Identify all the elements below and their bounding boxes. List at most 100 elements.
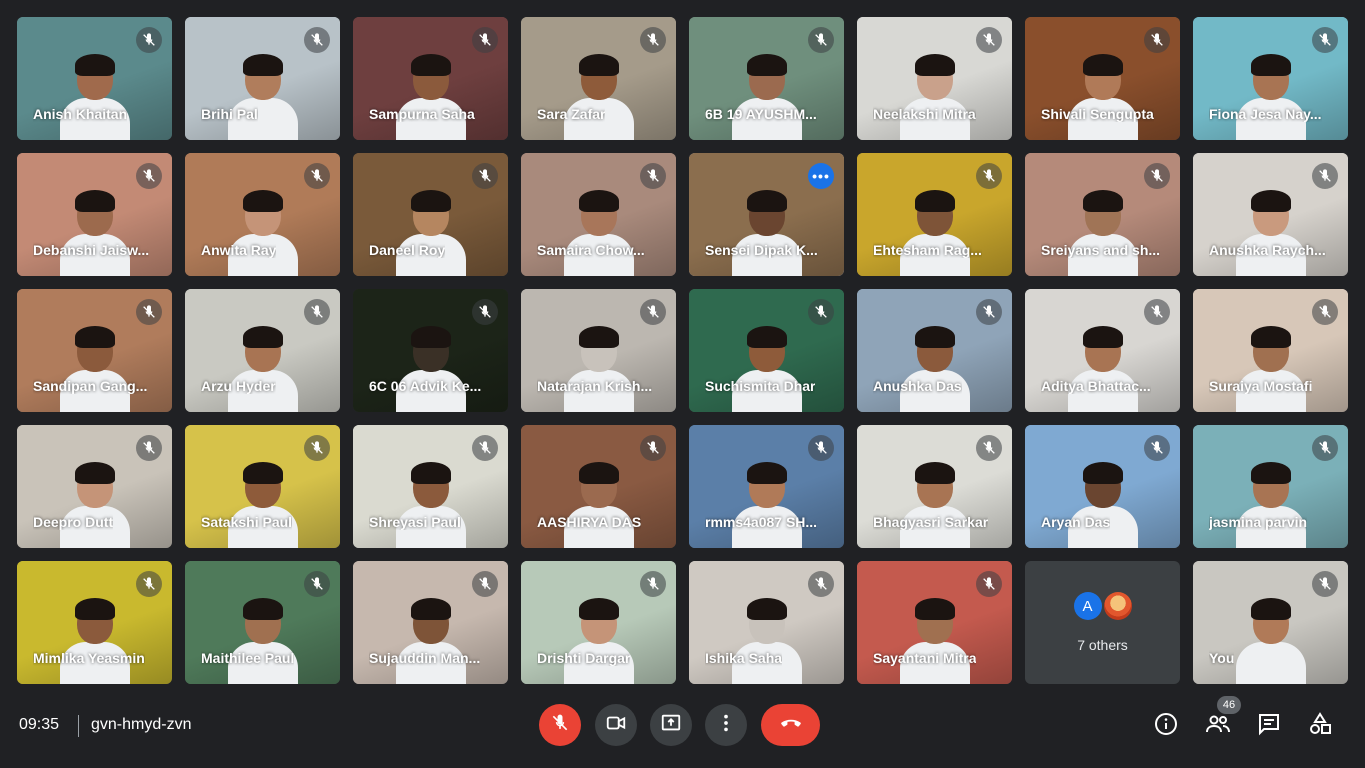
participant-tile[interactable]: Shivali Sengupta — [1025, 17, 1180, 140]
participant-figure — [899, 322, 970, 412]
participant-figure — [1235, 186, 1306, 276]
participant-tile[interactable]: Neelakshi Mitra — [857, 17, 1012, 140]
participant-name: Debanshi Jaisw... — [33, 242, 150, 258]
participant-figure — [395, 594, 466, 684]
participant-name: Maithilee Paul — [201, 650, 295, 666]
participant-tile[interactable]: Aryan Das — [1025, 425, 1180, 548]
chat-button[interactable] — [1255, 712, 1283, 740]
participant-figure — [1235, 458, 1306, 548]
participant-tile[interactable]: Sandipan Gang... — [17, 289, 172, 412]
participant-name: Arzu Hyder — [201, 378, 276, 394]
others-count-label: 7 others — [1077, 637, 1128, 653]
participant-name: Drishti Dargar — [537, 650, 631, 666]
participant-figure — [563, 594, 634, 684]
mic-off-icon — [1144, 27, 1170, 53]
show-everyone-button[interactable] — [1204, 712, 1232, 740]
participant-tile[interactable]: Anwita Ray — [185, 153, 340, 276]
participant-tile[interactable]: jasmina parvin — [1193, 425, 1348, 548]
participant-tile[interactable]: Shreyasi Paul — [353, 425, 508, 548]
meeting-details-button[interactable] — [1152, 712, 1180, 740]
participant-tile[interactable]: Ehtesham Rag... — [857, 153, 1012, 276]
participant-tile[interactable]: Arzu Hyder — [185, 289, 340, 412]
others-tile[interactable]: A 7 others — [1025, 561, 1180, 684]
participant-name: Sandipan Gang... — [33, 378, 148, 394]
participant-tile[interactable]: Satakshi Paul — [185, 425, 340, 548]
videocam-icon — [605, 712, 627, 739]
participant-figure — [227, 50, 298, 140]
participant-name: Sampurna Saha — [369, 106, 475, 122]
mic-off-icon — [640, 435, 666, 461]
participant-tile[interactable]: Anushka Das — [857, 289, 1012, 412]
participant-tile[interactable]: rmms4a087 SH... — [689, 425, 844, 548]
participant-tile[interactable]: Mimlika Yeasmin — [17, 561, 172, 684]
avatar — [1103, 592, 1132, 620]
participant-name: 6C 06 Advik Ke... — [369, 378, 482, 394]
mic-off-icon — [640, 571, 666, 597]
participant-tile[interactable]: Suchismita Dhar — [689, 289, 844, 412]
mic-off-icon — [136, 571, 162, 597]
participant-tile[interactable]: Ishika Saha — [689, 561, 844, 684]
participant-options-icon[interactable]: ••• — [808, 163, 834, 189]
participant-tile[interactable]: Daneel Roy — [353, 153, 508, 276]
mic-off-icon — [1312, 571, 1338, 597]
participant-name: Suchismita Dhar — [705, 378, 816, 394]
mic-off-icon — [136, 163, 162, 189]
participant-tile[interactable]: Fiona Jesa Nay... — [1193, 17, 1348, 140]
participant-tile[interactable]: Sreiyans and sh... — [1025, 153, 1180, 276]
participant-figure — [1067, 186, 1138, 276]
leave-call-button[interactable] — [761, 704, 820, 746]
participant-name: Anushka Das — [873, 378, 962, 394]
participant-tile[interactable]: 6B 19 AYUSHM... — [689, 17, 844, 140]
participant-tile[interactable]: Sayantani Mitra — [857, 561, 1012, 684]
participant-tile[interactable]: Drishti Dargar — [521, 561, 676, 684]
participant-name: Anish Khaitan — [33, 106, 128, 122]
participant-tile[interactable]: Aditya Bhattac... — [1025, 289, 1180, 412]
mic-off-icon — [550, 713, 570, 738]
participant-tile[interactable]: Debanshi Jaisw... — [17, 153, 172, 276]
present-now-button[interactable] — [650, 704, 692, 746]
participant-tile[interactable]: Suraiya Mostafi — [1193, 289, 1348, 412]
participant-figure — [899, 186, 970, 276]
mic-off-icon — [304, 435, 330, 461]
participant-name: Aryan Das — [1041, 514, 1111, 530]
participant-tile[interactable]: Samaira Chow... — [521, 153, 676, 276]
self-video-tile[interactable]: You — [1193, 561, 1348, 684]
participant-tile[interactable]: Sampurna Saha — [353, 17, 508, 140]
participant-tile[interactable]: Bhagyasri Sarkar — [857, 425, 1012, 548]
participant-figure — [1235, 322, 1306, 412]
participant-tile[interactable]: Anish Khaitan — [17, 17, 172, 140]
participant-name: Neelakshi Mitra — [873, 106, 976, 122]
mic-off-icon — [640, 163, 666, 189]
participant-tile[interactable]: Brihi Pal — [185, 17, 340, 140]
mic-off-icon — [808, 435, 834, 461]
participant-name: Deepro Dutt — [33, 514, 114, 530]
participant-name: Aditya Bhattac... — [1041, 378, 1151, 394]
participant-tile[interactable]: Sujauddin Man... — [353, 561, 508, 684]
participant-figure — [59, 458, 130, 548]
mic-off-icon — [976, 435, 1002, 461]
mic-off-icon — [976, 27, 1002, 53]
microphone-toggle-button[interactable] — [539, 704, 581, 746]
participant-figure — [899, 594, 970, 684]
more-options-button[interactable] — [705, 704, 747, 746]
participant-tile[interactable]: Deepro Dutt — [17, 425, 172, 548]
participant-name: Anwita Ray — [201, 242, 277, 258]
participant-tile[interactable]: AASHIRYA DAS — [521, 425, 676, 548]
participant-tile[interactable]: 6C 06 Advik Ke... — [353, 289, 508, 412]
camera-toggle-button[interactable] — [595, 704, 637, 746]
participant-tile[interactable]: Anushka Raych... — [1193, 153, 1348, 276]
participant-figure — [563, 458, 634, 548]
mic-off-icon — [808, 571, 834, 597]
bottom-toolbar: 09:35 gvn-hmyd-zvn 46 — [0, 690, 1365, 768]
activities-button[interactable] — [1306, 711, 1334, 740]
participant-name: Suraiya Mostafi — [1209, 378, 1313, 394]
participant-tile[interactable]: ••• Sensei Dipak K... — [689, 153, 844, 276]
call-end-icon — [778, 710, 804, 741]
participant-tile[interactable]: Natarajan Krish... — [521, 289, 676, 412]
participant-tile[interactable]: Sara Zafar — [521, 17, 676, 140]
participant-name: Satakshi Paul — [201, 514, 293, 530]
mic-off-icon — [1312, 27, 1338, 53]
participant-tile[interactable]: Maithilee Paul — [185, 561, 340, 684]
participant-figure — [395, 186, 466, 276]
participant-figure — [899, 458, 970, 548]
